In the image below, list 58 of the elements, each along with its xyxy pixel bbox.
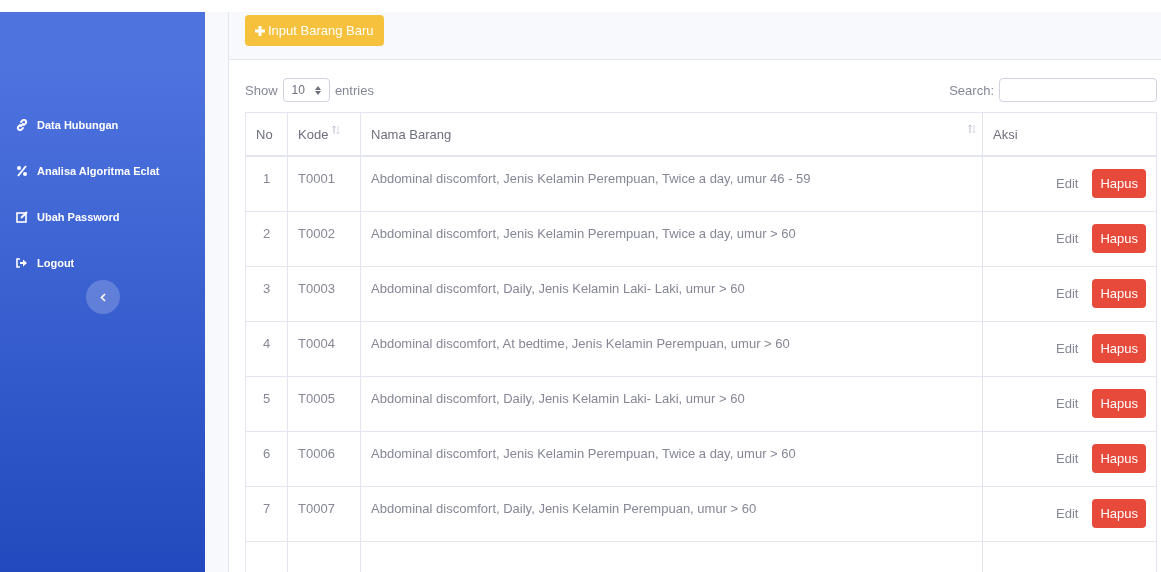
table-cell: 7 [245,486,288,541]
link-icon [16,119,28,131]
edit-link[interactable]: Edit [1048,334,1087,362]
chevron-left-icon [99,292,106,302]
table-cell: T0007 [287,486,361,541]
table-cell: 6 [245,431,288,486]
edit-link[interactable]: Edit [1048,499,1087,527]
table-cell: 2 [245,211,288,266]
edit-link[interactable]: Edit [1048,389,1087,417]
sort-arrows-icon [968,124,976,134]
table-cell: T0003 [287,266,361,321]
sort-arrows-icon [332,124,341,135]
sidebar-item[interactable]: Logout [0,240,205,286]
table-cell: 4 [245,321,288,376]
search-label: Search: [949,82,994,98]
delete-button[interactable]: Hapus [1092,169,1146,198]
sort-icon [314,85,321,95]
entries-label: entries [334,82,374,98]
percent-icon [16,165,28,177]
delete-button[interactable]: Hapus [1092,223,1146,253]
show-label: Show [245,82,278,98]
table-cell: T0001 [287,156,361,211]
edit-icon [16,211,28,223]
table-cell: Abdominal discomfort, Jenis Kelamin Perempuan, Twice a day, umur > 60 [360,431,983,486]
sidebar-item[interactable]: Data Hubungan [0,102,205,148]
entries-select[interactable]: 10 [282,78,330,102]
table-cell: T0006 [287,431,361,486]
delete-button[interactable]: Hapus [1092,443,1146,473]
edit-link[interactable]: Edit [1048,224,1087,252]
column-header: No [245,112,288,156]
sidebar-item[interactable]: Ubah Password [0,194,205,240]
table-cell: T0005 [287,376,361,431]
edit-link[interactable]: Edit [1048,170,1087,197]
delete-button[interactable]: Hapus [1092,278,1146,308]
table-cell: 1 [245,156,288,211]
table-cell: T0004 [287,321,361,376]
table-cell: Abdominal discomfort, Jenis Kelamin Perempuan, Twice a day, umur > 60 [360,211,983,266]
delete-button[interactable]: Hapus [1092,498,1146,528]
table-cell: 5 [245,376,288,431]
column-header: Aksi [982,112,1157,156]
table-cell: Abdominal discomfort, At bedtime, Jenis Kelamin Perempuan, umur > 60 [360,321,983,376]
plus-icon [255,25,265,36]
table-cell: T0002 [287,211,361,266]
sidebar-item[interactable]: Analisa Algoritma Eclat [0,148,205,194]
table-cell: Abdominal discomfort, Jenis Kelamin Perempuan, Twice a day, umur 46 - 59 [360,156,983,211]
edit-link[interactable]: Edit [1048,444,1087,472]
sidebar-toggle-button[interactable] [85,280,120,314]
sign-out-icon [16,257,28,269]
table-cell: Abdominal discomfort, Daily, Jenis Kelamin Laki- Laki, umur > 60 [360,266,983,321]
column-header[interactable]: Kode [287,112,361,156]
delete-button[interactable]: Hapus [1092,333,1146,363]
search-field[interactable] [999,78,1157,102]
delete-button[interactable]: Hapus [1092,388,1146,418]
table-cell: 3 [245,266,288,321]
edit-link[interactable]: Edit [1048,279,1087,307]
table-cell: Abdominal discomfort, Daily, Jenis Kelamin Perempuan, umur > 60 [360,486,983,541]
table-cell: Abdominal discomfort, Daily, Jenis Kelamin Laki- Laki, umur > 60 [360,376,983,431]
column-header[interactable]: Nama Barang [360,112,983,156]
